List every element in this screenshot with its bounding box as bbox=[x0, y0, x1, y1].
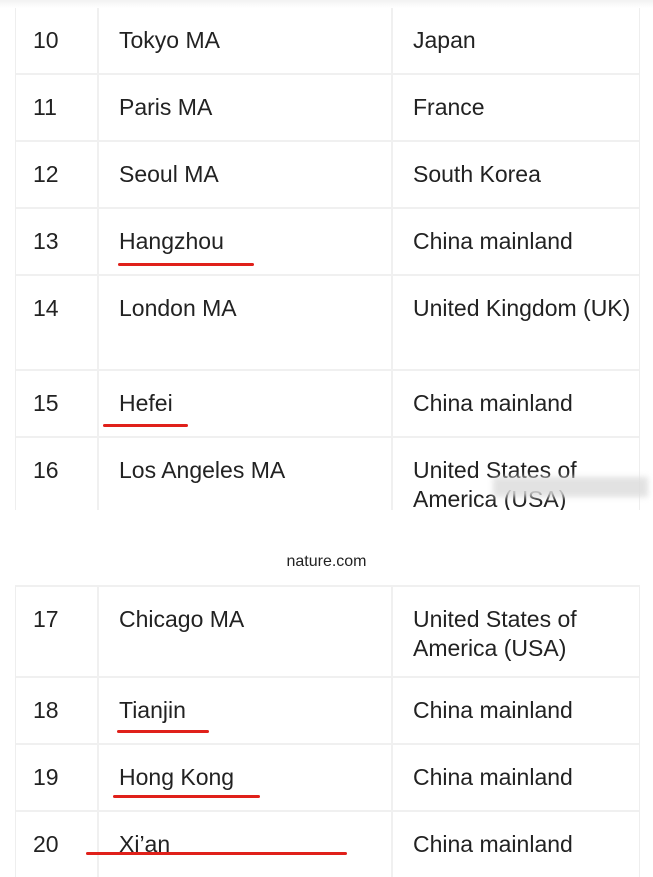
city-cell: Seoul MA bbox=[99, 142, 393, 207]
rank-cell: 13 bbox=[16, 209, 99, 274]
red-underline-hangzhou bbox=[118, 263, 254, 266]
country-cell: France bbox=[413, 94, 485, 120]
rank-cell: 12 bbox=[16, 142, 99, 207]
red-underline-tianjin bbox=[117, 730, 209, 733]
rank-cell: 11 bbox=[16, 75, 99, 140]
top-shadow bbox=[0, 0, 653, 8]
rank-cell: 14 bbox=[16, 276, 99, 369]
rank-cell: 10 bbox=[16, 8, 99, 73]
red-underline-xian bbox=[86, 852, 347, 855]
rank-cell: 19 bbox=[16, 745, 99, 810]
city-cell: Tianjin bbox=[99, 678, 393, 743]
country-cell: United States of America (USA) bbox=[413, 457, 577, 510]
table-row: 20 Xi’an China mainland bbox=[16, 812, 639, 877]
table-row: 16 Los Angeles MA United States of America… bbox=[16, 438, 639, 510]
ranking-table-bottom: 17 Chicago MA United States of America (US… bbox=[15, 585, 640, 877]
country-cell: United Kingdom (UK) bbox=[413, 295, 631, 321]
city-cell: Tokyo MA bbox=[99, 8, 393, 73]
table-row: 17 Chicago MA United States of America (US… bbox=[16, 587, 639, 678]
table-row: 10 Tokyo MA Japan bbox=[16, 8, 639, 75]
table-row: 18 Tianjin China mainland bbox=[16, 678, 639, 745]
rank-cell: 16 bbox=[16, 438, 99, 510]
country-cell: United States of America (USA) bbox=[413, 606, 577, 661]
rank-cell: 17 bbox=[16, 587, 99, 676]
city-cell: London MA bbox=[99, 276, 393, 369]
country-cell: Japan bbox=[413, 27, 476, 53]
rank-cell: 15 bbox=[16, 371, 99, 436]
country-cell: South Korea bbox=[413, 161, 541, 187]
rank-cell: 20 bbox=[16, 812, 99, 877]
country-cell: China mainland bbox=[413, 764, 573, 790]
city-cell: Hong Kong bbox=[99, 745, 393, 810]
table-row: 19 Hong Kong China mainland bbox=[16, 745, 639, 812]
country-cell: China mainland bbox=[413, 831, 573, 857]
city-cell: Los Angeles MA bbox=[99, 438, 393, 510]
city-cell: Xi’an bbox=[99, 812, 393, 877]
ranking-table-top: 10 Tokyo MA Japan 11 Paris MA France 12 Seoul… bbox=[15, 8, 640, 510]
table-row: 14 London MA United Kingdom (UK) bbox=[16, 276, 639, 371]
rank-cell: 18 bbox=[16, 678, 99, 743]
table-row: 13 Hangzhou China mainland bbox=[16, 209, 639, 276]
table-row: 12 Seoul MA South Korea bbox=[16, 142, 639, 209]
source-caption: nature.com bbox=[286, 553, 367, 570]
city-cell: Chicago MA bbox=[99, 587, 393, 676]
country-cell: China mainland bbox=[413, 228, 573, 254]
red-underline-hong-kong bbox=[113, 795, 260, 798]
blurred-watermark bbox=[493, 477, 648, 497]
table-row: 15 Hefei China mainland bbox=[16, 371, 639, 438]
country-cell: China mainland bbox=[413, 697, 573, 723]
country-cell: China mainland bbox=[413, 390, 573, 416]
red-underline-hefei bbox=[103, 424, 188, 427]
city-cell: Paris MA bbox=[99, 75, 393, 140]
table-row: 11 Paris MA France bbox=[16, 75, 639, 142]
